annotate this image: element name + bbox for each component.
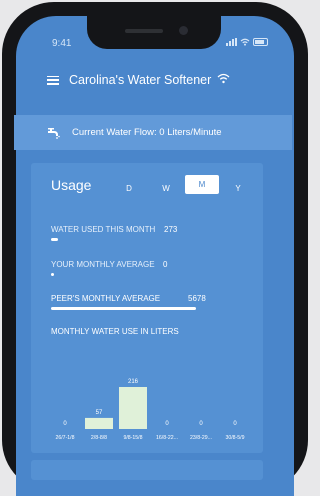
chart-category-label: 16/8-22... — [156, 435, 178, 441]
chart-value-label: 0 — [199, 421, 203, 427]
usage-chart: 0 26/7-1/8 57 2/8-8/8 216 9/8-15/8 0 16/8-22...… — [55, 379, 244, 441]
wifi-icon[interactable] — [217, 73, 230, 84]
chart-category-label: 23/8-29... — [190, 435, 212, 441]
chart-category-label: 2/8-8/8 — [91, 435, 107, 441]
wifi-status-icon — [240, 38, 250, 46]
chart-value-label: 0 — [233, 421, 237, 427]
chart-category-label: 30/8-5/9 — [225, 435, 244, 441]
status-icons — [226, 38, 268, 46]
chart-value-label: 0 — [165, 421, 169, 427]
water-flow-banner: Current Water Flow: 0 Liters/Minute — [14, 115, 292, 150]
menu-icon[interactable] — [47, 75, 59, 85]
chart-value-label: 0 — [63, 421, 67, 427]
usage-card: Usage D W M Y WATER USED THIS MONTH 273 … — [31, 163, 263, 453]
camera-icon — [179, 26, 188, 35]
status-time: 9:41 — [52, 38, 72, 49]
faucet-icon — [48, 127, 60, 139]
battery-icon — [253, 38, 268, 46]
chart-category-label: 9/8-15/8 — [123, 435, 142, 441]
phone-notch — [87, 13, 221, 49]
speaker-grille — [125, 29, 163, 33]
next-card — [31, 460, 263, 480]
chart-value-label: 57 — [96, 410, 103, 416]
app-title: Carolina's Water Softener — [69, 73, 212, 87]
chart-bar — [119, 387, 147, 429]
water-flow-text: Current Water Flow: 0 Liters/Minute — [72, 127, 222, 138]
signal-icon — [226, 38, 237, 46]
chart-category-label: 26/7-1/8 — [55, 435, 74, 441]
chart-bar — [85, 417, 113, 429]
chart-value-label: 216 — [128, 379, 139, 385]
app-header: Carolina's Water Softener — [47, 70, 247, 90]
